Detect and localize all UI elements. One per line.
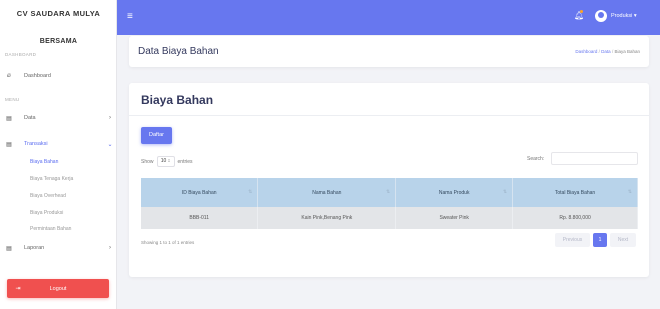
main-card: Biaya Bahan Daftar Show 10 ↕ entries Sea…	[129, 83, 649, 277]
card-title: Biaya Bahan	[141, 93, 214, 107]
breadcrumb-data[interactable]: Data	[601, 49, 611, 54]
column-header-label: Nama Produk	[438, 189, 470, 196]
sort-icon: ⇅	[502, 189, 508, 195]
data-table: ID Biaya Bahan ⇅ Nama Bahan ⇅ Nama Produk ⇅…	[141, 178, 638, 229]
pagination-next[interactable]: Next	[610, 233, 636, 247]
column-header-nama-produk[interactable]: Nama Produk ⇅	[395, 178, 514, 207]
logout-icon: ⇥	[15, 286, 21, 292]
sidebar: CV SAUDARA MULYA BERSAMA DASHBOARD 🔥︎ Da…	[0, 0, 117, 309]
daftar-button[interactable]: Daftar	[141, 127, 172, 144]
topbar: ≡ 🔔︎ Produksi ▾	[117, 0, 660, 35]
chevron-right-icon: ›	[109, 115, 111, 121]
notification-dot	[580, 10, 583, 13]
chevron-down-icon: ⌄	[107, 141, 113, 148]
search-input[interactable]	[551, 152, 638, 165]
sidebar-item-dashboard[interactable]: 🔥︎ Dashboard	[0, 69, 117, 83]
sidebar-item-data[interactable]: ▤ Data ›	[0, 111, 117, 125]
breadcrumb: Dashboard / Data / Biaya Bahan	[575, 49, 640, 54]
entries-value: 10	[160, 158, 167, 164]
table-icon: ▤	[6, 245, 12, 252]
sort-icon: ⇅	[386, 189, 391, 195]
breadcrumb-dashboard[interactable]: Dashboard	[575, 49, 597, 54]
sidebar-item-label: Dashboard	[24, 73, 51, 79]
column-header-label: Total Biaya Bahan	[554, 189, 596, 196]
table-info: Showing 1 to 1 of 1 entries	[141, 240, 195, 245]
entries-select[interactable]: 10 ↕	[156, 156, 175, 167]
sidebar-item-laporan[interactable]: ▤ Laporan ›	[0, 241, 117, 255]
sidebar-subitem-biaya-overhead[interactable]: Biaya Overhead	[30, 193, 66, 199]
sidebar-item-label: Data	[24, 115, 36, 121]
table-cell: Kain Pink,Benang Pink	[257, 207, 397, 229]
show-label: Show	[141, 158, 154, 165]
column-header-nama-bahan[interactable]: Nama Bahan ⇅	[257, 178, 397, 207]
pagination: Previous 1 Next	[555, 233, 636, 247]
table-cell: Rp. 8.800,000	[512, 207, 638, 229]
sidebar-item-label: Transaksi	[24, 141, 48, 147]
logout-button[interactable]: ⇥ Logout	[7, 279, 109, 298]
table-cell: BBB-011	[141, 207, 259, 229]
sort-icon: ⇅	[627, 189, 632, 195]
user-name: Produksi	[611, 13, 633, 19]
column-header-label: Nama Bahan	[312, 189, 342, 196]
pagination-page-1[interactable]: 1	[593, 233, 607, 247]
avatar[interactable]	[595, 10, 607, 22]
sort-icon: ⇅	[248, 189, 253, 195]
sidebar-subitem-biaya-produksi[interactable]: Biaya Produksi	[30, 210, 63, 216]
section-label-dashboard: DASHBOARD	[5, 52, 37, 57]
table-header-row: ID Biaya Bahan ⇅ Nama Bahan ⇅ Nama Produk ⇅…	[141, 178, 638, 207]
column-header-label: ID Biaya Bahan	[181, 189, 217, 196]
user-menu[interactable]: Produksi ▾	[611, 13, 637, 19]
chevron-right-icon: ›	[109, 245, 111, 251]
page-title: Data Biaya Bahan	[138, 46, 219, 57]
search-label: Search:	[527, 156, 545, 162]
pagination-previous[interactable]: Previous	[555, 233, 590, 247]
entries-label: entries	[177, 158, 193, 165]
section-label-menu: MENU	[5, 97, 20, 102]
length-control: Show 10 ↕ entries	[141, 156, 193, 167]
table-icon: ▤	[6, 141, 12, 148]
sidebar-item-transaksi[interactable]: ▤ Transaksi ⌄	[0, 137, 117, 151]
brand-name[interactable]: CV SAUDARA MULYA	[0, 9, 117, 18]
fire-icon: 🔥︎	[6, 72, 12, 79]
table-cell: Sweater Pink	[395, 207, 514, 229]
sidebar-subitem-biaya-tenaga-kerja[interactable]: Biaya Tenaga Kerja	[30, 176, 73, 182]
sidebar-item-label: Laporan	[24, 245, 45, 251]
logout-label: Logout	[49, 285, 67, 292]
page-header: Data Biaya Bahan Dashboard / Data / Biay…	[129, 36, 649, 67]
column-header-id[interactable]: ID Biaya Bahan ⇅	[141, 178, 259, 207]
sidebar-subitem-permintaan-bahan[interactable]: Permintaan Bahan	[30, 226, 71, 232]
table-icon: ▤	[6, 115, 12, 122]
table-row: BBB-011 Kain Pink,Benang Pink Sweater Pi…	[141, 207, 638, 229]
menu-icon[interactable]: ≡	[127, 11, 133, 22]
breadcrumb-current: Biaya Bahan	[614, 49, 640, 54]
column-header-total[interactable]: Total Biaya Bahan ⇅	[512, 178, 638, 207]
divider	[129, 115, 649, 116]
sidebar-subitem-biaya-bahan[interactable]: Biaya Bahan	[30, 159, 58, 165]
brand-subtitle[interactable]: BERSAMA	[0, 38, 117, 45]
